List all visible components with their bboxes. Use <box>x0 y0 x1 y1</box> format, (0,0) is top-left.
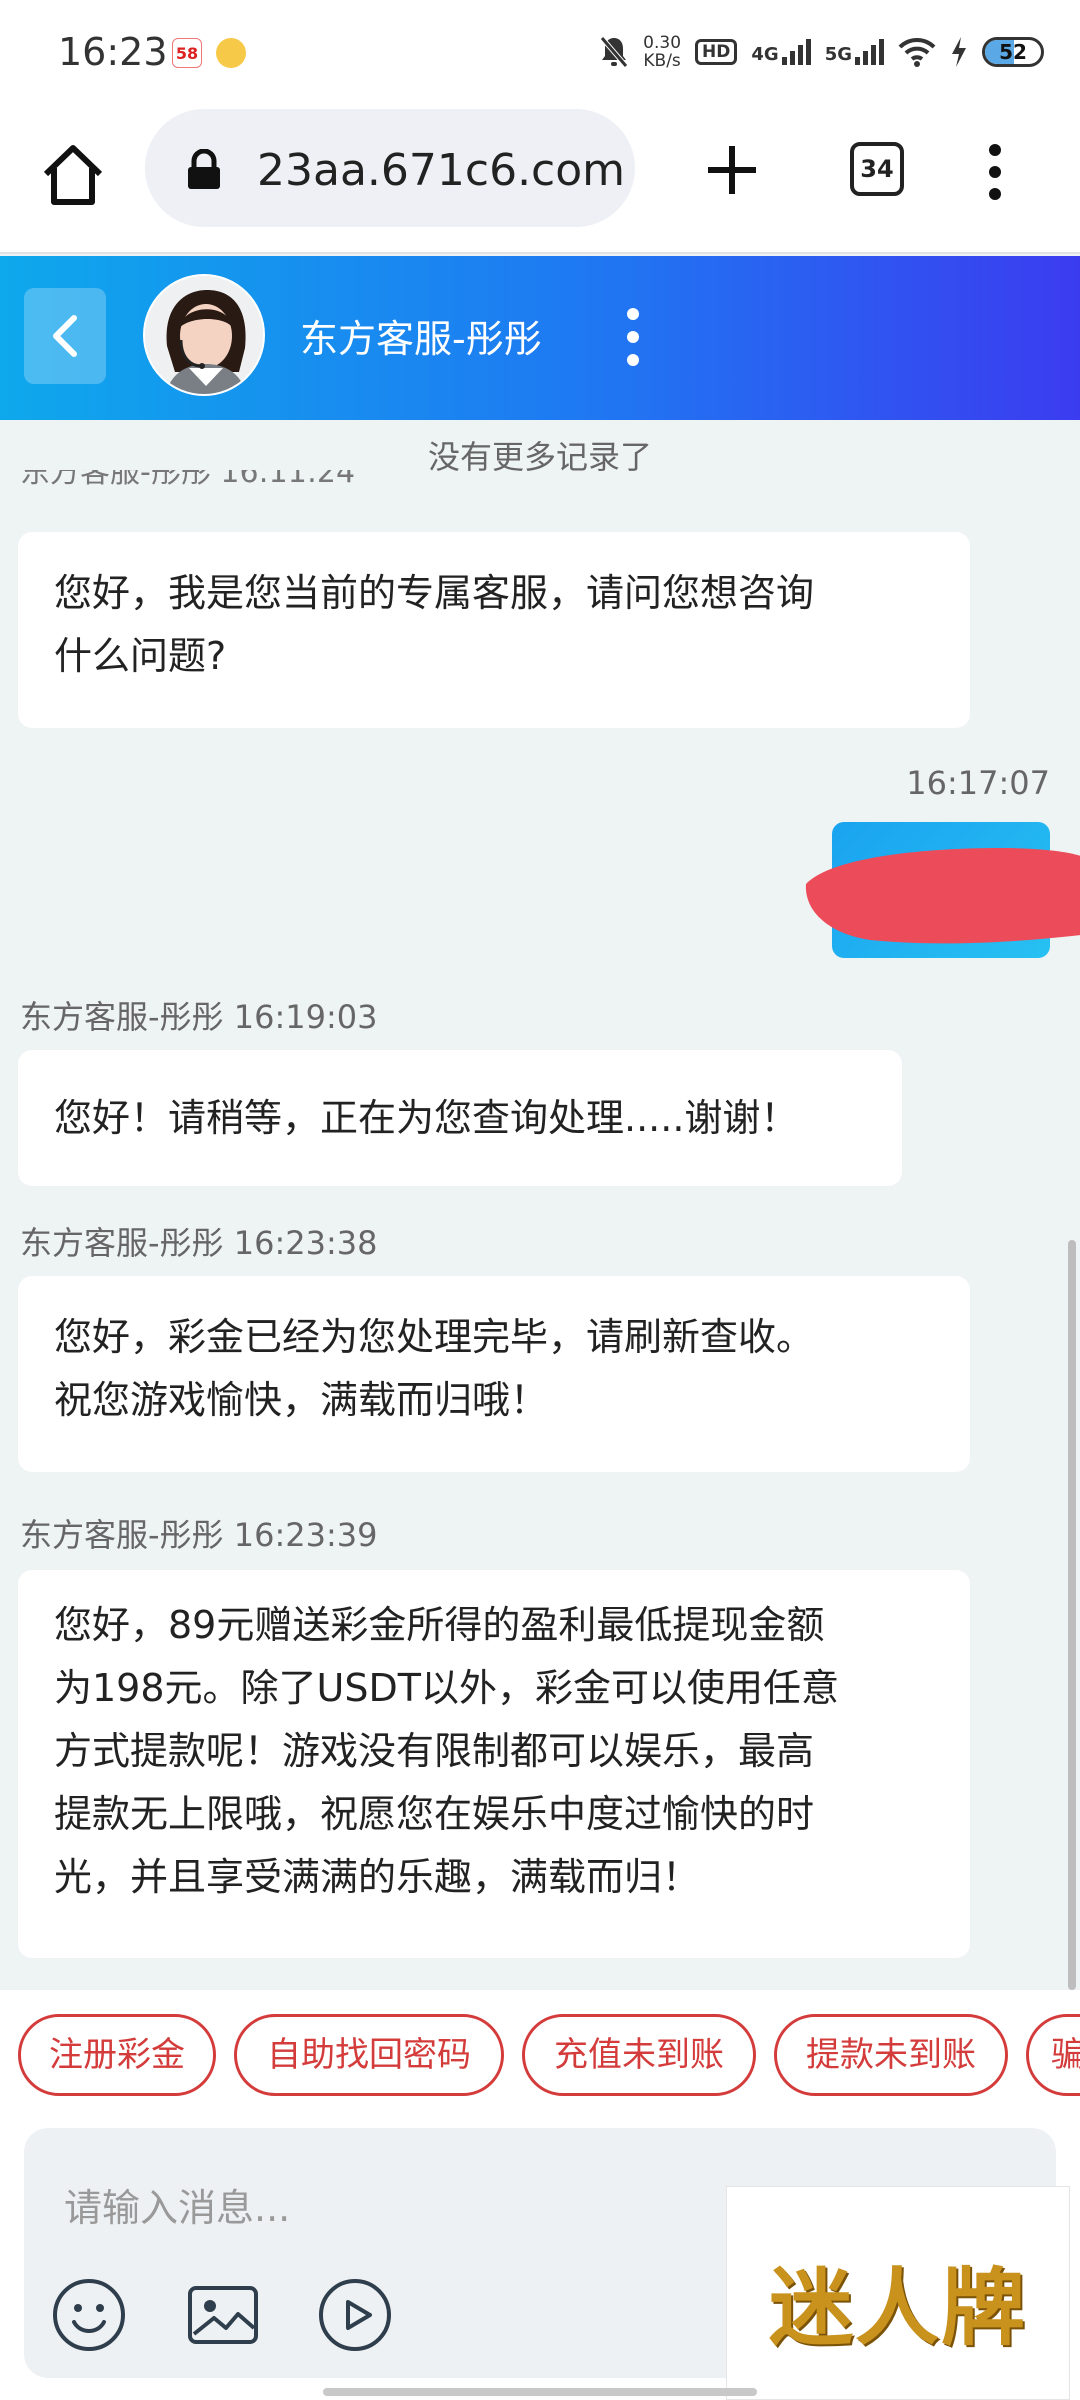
message-meta: 东方客服-彤彤 16:19:03 <box>20 998 378 1036</box>
quick-reply-deposit-missing[interactable]: 充值未到账 <box>522 2014 756 2096</box>
brand-logo-text: 迷人牌 <box>768 2258 1027 2357</box>
message-composer: 迷人牌 <box>0 2120 1080 2400</box>
quick-reply-register-bonus[interactable]: 注册彩金 <box>18 2014 216 2096</box>
chat-header: 东方客服-彤彤 <box>0 256 1080 420</box>
message-input[interactable] <box>64 2168 724 2248</box>
app-notification-icon: 58 <box>172 38 202 68</box>
back-button[interactable] <box>24 288 106 384</box>
quick-replies: 注册彩金 自助找回密码 充值未到账 提款未到账 骗 <box>0 1990 1080 2120</box>
browser-toolbar: 23aa.671c6.com 34 <box>0 104 1080 254</box>
url-text[interactable]: 23aa.671c6.com <box>257 145 625 196</box>
message-bubble: 您好！请稍等，正在为您查询处理.....谢谢！ <box>18 1050 902 1186</box>
chat-scrollbar[interactable] <box>1068 1240 1076 1990</box>
signal-4g-icon: 4G <box>751 39 811 65</box>
status-bar: 16:23 58 0.30 KB/s HD 4G 5G 52 <box>0 0 1080 104</box>
new-tab-icon[interactable] <box>700 138 764 202</box>
status-icons: 0.30 KB/s HD 4G 5G 52 <box>599 30 1044 74</box>
mute-bell-icon <box>600 36 629 68</box>
status-time: 16:23 <box>58 30 168 74</box>
home-icon[interactable] <box>38 140 108 210</box>
gesture-home-bar[interactable] <box>323 2388 757 2396</box>
image-icon[interactable] <box>184 2276 262 2354</box>
chat-menu-icon[interactable] <box>618 304 648 370</box>
redaction-scribble <box>805 848 1080 944</box>
message-bubble: 您好，我是您当前的专属客服，请问您想咨询 什么问题? <box>18 532 970 728</box>
lock-icon <box>188 149 220 189</box>
agent-photo-icon <box>145 276 263 394</box>
hd-voice-icon: HD <box>695 39 738 65</box>
message-bubble: 您好，89元赠送彩金所得的盈利最低提现金额 为198元。除了USDT以外，彩金可… <box>18 1570 970 1958</box>
message-bubble: 您好，彩金已经为您处理完毕，请刷新查收。 祝您游戏愉快，满载而归哦！ <box>18 1276 970 1472</box>
app-notification-icon <box>216 38 246 68</box>
message-meta: 东方客服-彤彤 16:23:38 <box>20 1224 378 1262</box>
overflow-menu-icon[interactable] <box>975 140 1015 204</box>
tab-switcher-button[interactable]: 34 <box>850 142 904 196</box>
charging-bolt-icon <box>952 37 966 67</box>
message-meta: 东方客服-彤彤 16:23:39 <box>20 1516 378 1554</box>
chevron-left-icon <box>53 315 77 357</box>
chat-messages[interactable]: 没有更多记录了 东方客服-彤彤 16:11:24 您好，我是您当前的专属客服，请… <box>0 420 1080 1990</box>
network-speed: 0.30 KB/s <box>643 33 682 71</box>
address-bar[interactable]: 23aa.671c6.com <box>145 109 635 227</box>
video-play-icon[interactable] <box>316 2276 394 2354</box>
brand-watermark: 迷人牌 <box>726 2186 1070 2400</box>
battery-icon: 52 <box>982 37 1044 67</box>
agent-name: 东方客服-彤彤 <box>300 317 542 361</box>
emoji-icon[interactable] <box>50 2276 128 2354</box>
message-meta: 东方客服-彤彤 16:11:24 <box>20 470 356 490</box>
quick-reply-more[interactable]: 骗 <box>1026 2014 1080 2096</box>
quick-reply-recover-password[interactable]: 自助找回密码 <box>234 2014 504 2096</box>
wifi-icon <box>898 37 936 67</box>
agent-avatar[interactable] <box>143 274 265 396</box>
signal-5g-icon: 5G <box>825 39 884 65</box>
sent-message-time: 16:17:07 <box>906 764 1050 802</box>
quick-reply-withdraw-missing[interactable]: 提款未到账 <box>774 2014 1008 2096</box>
